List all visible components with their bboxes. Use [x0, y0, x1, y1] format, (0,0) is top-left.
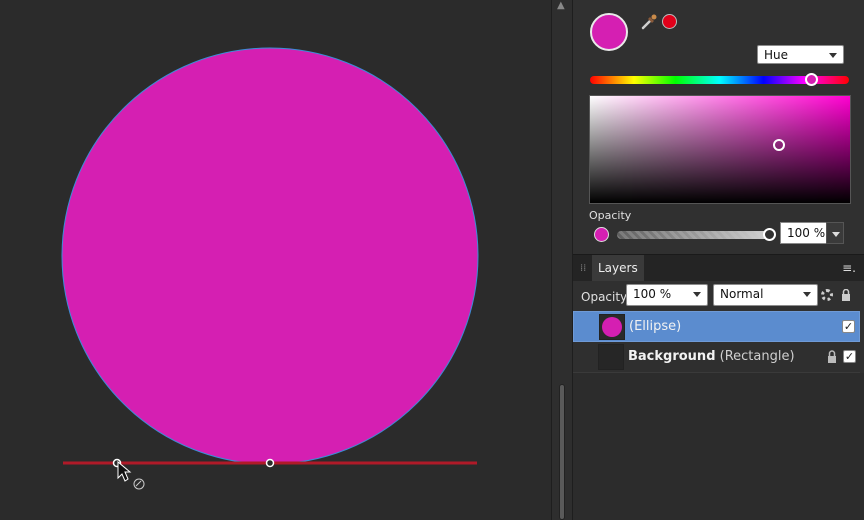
layer-opacity-dropdown[interactable]: 100 % — [626, 284, 708, 306]
app-window: ▲ Hue Opacity 100 % ⁞⁞ Layers ≡. Opacity… — [0, 0, 864, 520]
layer-type: (Rectangle) — [719, 349, 795, 364]
layer-thumbnail — [598, 344, 624, 370]
chevron-down-icon — [829, 53, 837, 58]
canvas-drawing — [61, 47, 479, 490]
node-handle-center[interactable] — [265, 458, 275, 468]
layer-row-ellipse[interactable]: (Ellipse) ✓ — [573, 311, 860, 342]
chevron-down-icon — [693, 292, 701, 297]
lock-icon[interactable] — [827, 350, 837, 363]
vertical-scrollbar[interactable]: ▲ — [551, 0, 573, 520]
sv-picker-knob[interactable] — [773, 139, 785, 151]
chevron-down-icon — [832, 232, 840, 237]
panel-grip-icon[interactable]: ⁞⁞ — [580, 263, 586, 274]
layer-name: (Ellipse) — [629, 319, 682, 334]
layers-tabbar: ⁞⁞ Layers ≡. — [573, 254, 864, 282]
color-mode-value: Hue — [764, 48, 789, 62]
arrow-cursor-icon — [117, 460, 145, 490]
lock-icon[interactable] — [841, 289, 851, 301]
hue-slider-knob[interactable] — [805, 73, 818, 86]
chevron-down-icon — [803, 292, 811, 297]
right-panel: Hue Opacity 100 % ⁞⁞ Layers ≡. Opacity: … — [573, 0, 864, 520]
eyedropper-icon[interactable] — [640, 13, 658, 31]
document-canvas[interactable] — [0, 0, 551, 520]
layer-name-bold: Background — [628, 349, 716, 364]
opacity-label: Opacity — [589, 209, 632, 222]
scrollbar-thumb[interactable] — [559, 384, 565, 520]
visibility-checkbox[interactable]: ✓ — [842, 320, 855, 333]
layer-opacity-label: Opacity: — [581, 290, 631, 304]
panel-menu-icon[interactable]: ≡. — [842, 261, 856, 275]
tab-layers[interactable]: Layers — [592, 255, 644, 282]
color-mode-dropdown[interactable]: Hue — [757, 45, 844, 64]
layer-thumbnail — [599, 314, 625, 340]
blend-mode-dropdown[interactable]: Normal — [713, 284, 818, 306]
scroll-up-icon[interactable]: ▲ — [557, 0, 565, 11]
ellipse-shape[interactable] — [61, 47, 479, 465]
layer-name: Background (Rectangle) — [628, 349, 795, 364]
saturation-value-picker[interactable] — [589, 95, 851, 204]
opacity-color-swatch — [594, 227, 609, 242]
opacity-dropdown-button[interactable] — [826, 222, 844, 244]
fill-color-swatch[interactable] — [590, 13, 628, 51]
opacity-slider-knob[interactable] — [763, 228, 776, 241]
layers-empty-area — [573, 373, 864, 520]
blend-mode-value: Normal — [720, 287, 764, 301]
layer-opacity-value: 100 % — [633, 287, 672, 301]
visibility-checkbox[interactable]: ✓ — [843, 350, 856, 363]
ellipse-thumbnail-icon — [602, 317, 622, 337]
stroke-color-swatch[interactable] — [662, 14, 677, 29]
opacity-slider[interactable] — [617, 231, 769, 239]
gear-icon[interactable] — [821, 289, 833, 301]
layer-row-background[interactable]: Background (Rectangle) ✓ — [573, 342, 860, 373]
